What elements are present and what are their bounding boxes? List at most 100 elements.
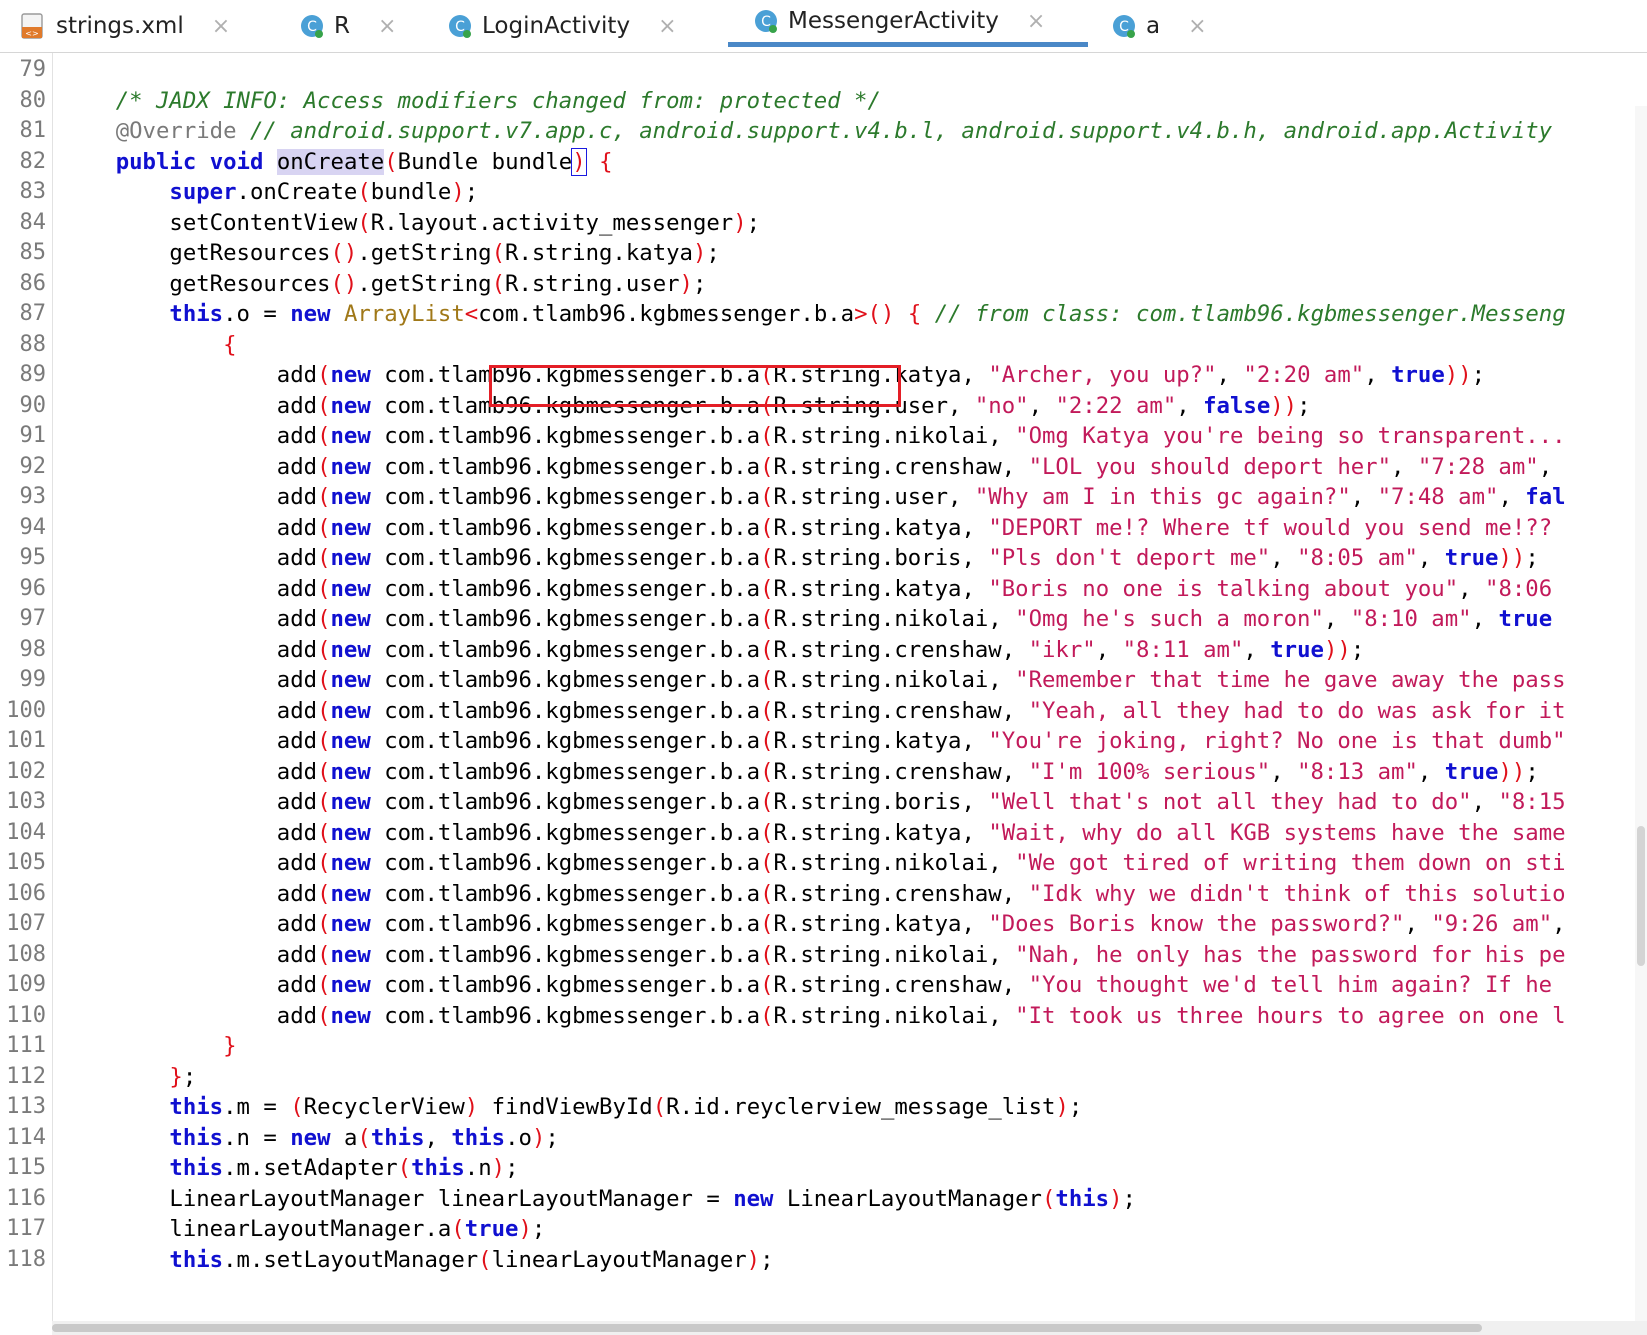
code-line[interactable]: add(new com.tlamb96.kgbmessenger.b.a(R.s… [62,481,1566,513]
code-line[interactable]: add(new com.tlamb96.kgbmessenger.b.a(R.s… [62,451,1552,483]
code-token: R.string.katya, [773,362,989,388]
horizontal-scrollbar[interactable] [52,1321,1647,1335]
code-line[interactable]: getResources().getString(R.string.user); [62,268,706,300]
code-token: add [62,514,318,541]
code-token: // android.support.v7.app.c, android.sup… [249,118,1553,144]
code-token: ) [692,240,707,266]
code-line[interactable]: add(new com.tlamb96.kgbmessenger.b.a(R.s… [62,359,1485,391]
code-line[interactable]: add(new com.tlamb96.kgbmessenger.b.a(R.s… [62,908,1566,940]
code-line[interactable]: this.n = new a(this, this.o); [62,1122,558,1154]
code-token: this [169,1094,224,1120]
code-line[interactable]: super.onCreate(bundle); [62,176,478,208]
code-line[interactable]: add(new com.tlamb96.kgbmessenger.b.a(R.s… [62,756,1539,788]
code-token: new [330,484,371,510]
code-token: ) [451,179,465,205]
code-line[interactable]: add(new com.tlamb96.kgbmessenger.b.a(R.s… [62,817,1566,849]
code-line[interactable]: add(new com.tlamb96.kgbmessenger.b.a(R.s… [62,695,1566,727]
code-line[interactable]: add(new com.tlamb96.kgbmessenger.b.a(R.s… [62,878,1566,910]
code-token: "no" [974,392,1029,419]
code-line[interactable]: /* JADX INFO: Access modifiers changed f… [62,85,881,117]
code-token: add [62,392,318,419]
code-line[interactable]: add(new com.tlamb96.kgbmessenger.b.a(R.s… [62,847,1566,879]
code-token: "8:06 [1485,575,1553,602]
code-token: "We got tired of writing them down on st… [1015,850,1566,876]
tab-loginactivity[interactable]: C LoginActivity × [448,0,677,52]
code-token: , [1028,392,1056,419]
code-token: ) [746,1246,761,1273]
code-line[interactable]: add(new com.tlamb96.kgbmessenger.b.a(R.s… [62,573,1552,605]
code-token: .m.setAdapter [223,1155,398,1181]
code-line[interactable]: public void onCreate(Bundle bundle) { [62,146,613,178]
code-token: new [330,1002,371,1029]
code-token: ) [531,1124,546,1151]
line-number: 109 [6,972,46,997]
code-line[interactable]: add(new com.tlamb96.kgbmessenger.b.a(R.s… [62,542,1539,574]
code-token: ( [760,1002,774,1029]
close-tab-icon[interactable]: × [658,14,676,39]
code-area[interactable]: /* JADX INFO: Access modifiers changed f… [62,53,1647,1321]
code-editor[interactable]: 79 80 81 82 83 84 85 86 87 88 89 90 91 92 93 94 95 96 97 98… [0,53,1647,1321]
code-line[interactable]: }; [62,1061,196,1093]
code-line[interactable]: add(new com.tlamb96.kgbmessenger.b.a(R.s… [62,634,1364,666]
code-token: ( [760,545,774,571]
code-line[interactable]: this.m.setAdapter(this.n); [62,1152,518,1184]
code-line[interactable]: add(new com.tlamb96.kgbmessenger.b.a(R.s… [62,969,1552,1001]
code-line[interactable]: setContentView(R.layout.activity_messeng… [62,207,760,239]
close-tab-icon[interactable]: × [1027,9,1045,34]
code-token: , [1270,758,1298,785]
code-line[interactable]: getResources().getString(R.string.katya)… [62,237,719,269]
code-line[interactable]: linearLayoutManager.a(true); [62,1213,545,1245]
code-token: R.string.crenshaw, [773,697,1029,724]
tab-strings-xml[interactable]: <> strings.xml × [20,0,230,52]
tab-a[interactable]: C a × [1112,0,1207,52]
code-token: add [62,453,318,480]
code-token: linearLayoutManager [491,1246,747,1273]
vertical-scrollbar-thumb[interactable] [1637,826,1645,966]
code-token: R.id.reyclerview_message_list [666,1094,1056,1120]
code-line[interactable]: add(new com.tlamb96.kgbmessenger.b.a(R.s… [62,512,1552,544]
code-token: ( [760,880,774,907]
code-line[interactable]: add(new com.tlamb96.kgbmessenger.b.a(R.s… [62,725,1566,757]
code-line[interactable]: this.m = (RecyclerView) findViewById(R.i… [62,1091,1082,1123]
close-tab-icon[interactable]: × [1188,14,1206,39]
code-token: "Idk why we didn't think of this solutio [1028,880,1566,907]
tab-messengeractivity[interactable]: C MessengerActivity × [728,0,1088,47]
line-number: 93 [19,484,47,509]
code-line[interactable]: this.o = new ArrayList<com.tlamb96.kgbme… [62,298,1565,330]
tab-r[interactable]: C R × [300,0,396,52]
code-token: findViewById [478,1094,653,1120]
code-token: , [1458,575,1486,602]
code-line[interactable]: add(new com.tlamb96.kgbmessenger.b.a(R.s… [62,1000,1566,1032]
code-token: ; [531,1216,546,1242]
code-token: ( [317,819,331,846]
code-token: "Nah, he only has the password for his p… [1015,941,1566,968]
code-line[interactable]: add(new com.tlamb96.kgbmessenger.b.a(R.s… [62,420,1566,452]
code-token: , [1471,789,1499,815]
horizontal-scrollbar-thumb[interactable] [52,1324,1482,1332]
code-token: ( [317,453,331,480]
code-token: this [451,1124,506,1151]
code-token: .n [464,1155,492,1181]
code-line[interactable]: add(new com.tlamb96.kgbmessenger.b.a(R.s… [62,390,1311,422]
code-line[interactable]: add(new com.tlamb96.kgbmessenger.b.a(R.s… [62,939,1566,971]
line-number: 101 [6,728,46,753]
code-token: new [330,667,371,693]
close-tab-icon[interactable]: × [212,14,230,39]
code-token: () [330,270,358,297]
vertical-scrollbar[interactable] [1635,106,1647,1321]
code-line[interactable]: } [62,1030,236,1062]
close-tab-icon[interactable]: × [378,14,396,39]
code-line[interactable]: LinearLayoutManager linearLayoutManager … [62,1183,1136,1215]
line-number: 79 [19,57,47,82]
code-line[interactable]: { [62,329,236,361]
code-line[interactable]: add(new com.tlamb96.kgbmessenger.b.a(R.s… [62,786,1566,818]
code-line[interactable]: @Override // android.support.v7.app.c, a… [62,115,1552,147]
code-line[interactable]: add(new com.tlamb96.kgbmessenger.b.a(R.s… [62,664,1566,696]
code-token: public [115,148,197,175]
code-line[interactable]: this.m.setLayoutManager(linearLayoutMana… [62,1244,773,1276]
code-token: add [62,636,318,663]
code-line[interactable]: add(new com.tlamb96.kgbmessenger.b.a(R.s… [62,603,1552,635]
